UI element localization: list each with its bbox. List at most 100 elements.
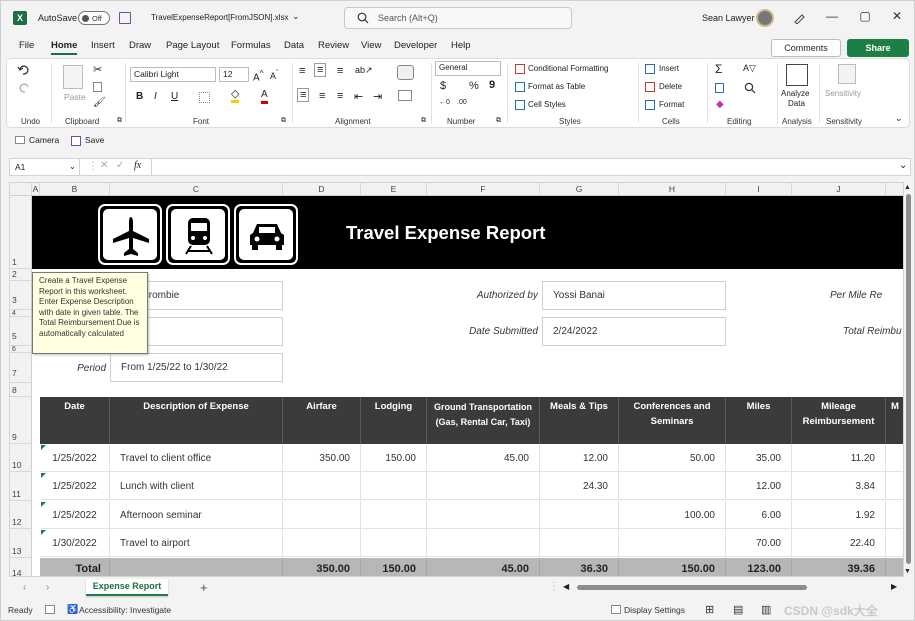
row-header[interactable]: 7 [10, 353, 32, 383]
delete-cells-button[interactable]: Delete [659, 82, 682, 91]
sensitivity-icon[interactable] [838, 64, 856, 84]
scroll-right-icon[interactable]: ▶ [891, 582, 897, 591]
cell-meals[interactable] [540, 529, 619, 557]
display-settings-button[interactable]: Display Settings [624, 605, 685, 615]
formula-options-icon[interactable]: ⋮ [88, 161, 98, 172]
cell-date[interactable]: 1/25/2022 [40, 501, 110, 529]
decrease-decimal-icon[interactable]: .00 [457, 99, 467, 106]
insert-cells-icon[interactable] [645, 64, 655, 74]
file-name[interactable]: TravelExpenseReport[FromJSON].xlsx [151, 13, 289, 22]
align-left-icon[interactable]: ≡ [297, 88, 310, 102]
cell-description[interactable]: Travel to airport [110, 529, 283, 557]
cell-airfare[interactable] [283, 501, 361, 529]
undo-icon[interactable] [17, 63, 31, 75]
increase-font-icon[interactable]: A^ [253, 68, 264, 83]
comments-button[interactable]: Comments [771, 39, 841, 57]
autosave-toggle[interactable]: Off [78, 11, 110, 25]
formula-input[interactable] [156, 161, 896, 173]
cell-description[interactable]: Travel to client office [110, 444, 283, 472]
clear-icon[interactable]: ◆ [716, 99, 724, 110]
tab-help[interactable]: Help [451, 40, 471, 51]
date-submitted-field[interactable]: 2/24/2022 [542, 317, 726, 346]
cell-date[interactable]: 1/25/2022 [40, 472, 110, 500]
insert-cells-button[interactable]: Insert [659, 64, 679, 73]
cell-styles-icon[interactable] [515, 100, 525, 110]
cell-airfare[interactable]: 350.00 [283, 444, 361, 472]
italic-icon[interactable]: I [154, 91, 157, 102]
copy-icon[interactable] [93, 82, 102, 92]
cell-lodging[interactable] [361, 529, 427, 557]
insert-function-icon[interactable]: fx [134, 160, 141, 171]
row-header[interactable]: 13 [10, 529, 32, 558]
minimize-button[interactable]: — [825, 9, 839, 25]
row-header[interactable]: 2 [10, 269, 32, 281]
worksheet-grid[interactable]: A B C D E F G H I J 1 2 3 4 5 6 7 8 9 10… [9, 182, 904, 577]
fill-icon[interactable] [715, 83, 724, 93]
tab-home[interactable]: Home [51, 40, 78, 55]
cell-meals[interactable]: 24.30 [540, 472, 619, 500]
qat-save-icon[interactable] [71, 136, 81, 146]
horizontal-scroll-thumb[interactable] [577, 585, 807, 590]
format-cells-icon[interactable] [645, 100, 655, 110]
search-box[interactable]: Search (Alt+Q) [344, 7, 572, 29]
percent-icon[interactable]: % [469, 80, 479, 92]
comma-icon[interactable]: 9 [489, 79, 495, 91]
tab-formulas[interactable]: Formulas [231, 40, 271, 51]
share-button[interactable]: Share [847, 39, 909, 57]
bold-icon[interactable]: B [136, 91, 143, 102]
cell-conferences[interactable] [619, 529, 726, 557]
dialog-launcher-icon[interactable]: ⧉ [281, 117, 286, 125]
total-airfare[interactable]: 350.00 [283, 558, 361, 576]
total-mileage[interactable]: 39.36 [792, 558, 886, 576]
font-color-icon[interactable]: A [261, 89, 268, 104]
cell-conferences[interactable]: 50.00 [619, 444, 726, 472]
font-size-select[interactable]: 12 [219, 67, 249, 82]
save-icon[interactable] [119, 12, 131, 24]
cell-m[interactable] [886, 444, 903, 472]
cell-ground[interactable] [427, 501, 540, 529]
cell-miles[interactable]: 6.00 [726, 501, 792, 529]
increase-indent-icon[interactable]: ⇥ [373, 90, 382, 103]
cell-lodging[interactable] [361, 501, 427, 529]
name-box-chevron-icon[interactable]: ⌄ [69, 161, 76, 172]
cell-mileage[interactable]: 11.20 [792, 444, 886, 472]
avatar[interactable] [756, 9, 774, 27]
tab-data[interactable]: Data [284, 40, 304, 51]
orientation-icon[interactable]: ab↗ [355, 65, 373, 76]
column-header[interactable]: H [619, 183, 726, 196]
expand-formula-bar-icon[interactable]: ⌄ [899, 160, 907, 171]
column-header[interactable]: D [283, 183, 361, 196]
align-center-icon[interactable]: ≡ [319, 90, 325, 102]
align-bottom-icon[interactable]: ≡ [337, 65, 343, 77]
cell-m[interactable] [886, 529, 903, 557]
align-middle-icon[interactable]: ≡ [314, 63, 327, 77]
total-lodging[interactable]: 150.00 [361, 558, 427, 576]
format-as-table-icon[interactable] [515, 82, 525, 92]
row-header[interactable]: 1 [10, 196, 32, 269]
camera-button[interactable]: Camera [29, 135, 59, 145]
cell-ground[interactable] [427, 472, 540, 500]
tab-developer[interactable]: Developer [394, 40, 437, 51]
display-settings-icon[interactable] [611, 605, 621, 614]
row-header[interactable]: 9 [10, 397, 32, 444]
cell-styles-button[interactable]: Cell Styles [528, 100, 566, 109]
cell-meals[interactable]: 12.00 [540, 444, 619, 472]
align-top-icon[interactable]: ≡ [299, 65, 305, 77]
qat-save-button[interactable]: Save [85, 135, 104, 145]
merge-center-icon[interactable] [398, 90, 412, 101]
analyze-data-label-1[interactable]: Analyze [781, 89, 809, 98]
row-header[interactable]: 4 [10, 310, 32, 317]
enter-icon[interactable]: ✓ [116, 160, 124, 171]
cut-icon[interactable]: ✂ [93, 63, 102, 76]
row-header[interactable]: 12 [10, 501, 32, 529]
align-right-icon[interactable]: ≡ [337, 90, 343, 102]
sheet-tab-expense-report[interactable]: Expense Report [86, 579, 168, 596]
dialog-launcher-icon[interactable]: ⧉ [421, 117, 426, 125]
cell-date[interactable]: 1/25/2022 [40, 444, 110, 472]
tab-file[interactable]: File [19, 40, 34, 51]
cell-m[interactable] [886, 472, 903, 500]
total-ground[interactable]: 45.00 [427, 558, 540, 576]
tab-view[interactable]: View [361, 40, 381, 51]
accessibility-icon[interactable]: ♿ [67, 604, 78, 615]
cell-mileage[interactable]: 22.40 [792, 529, 886, 557]
